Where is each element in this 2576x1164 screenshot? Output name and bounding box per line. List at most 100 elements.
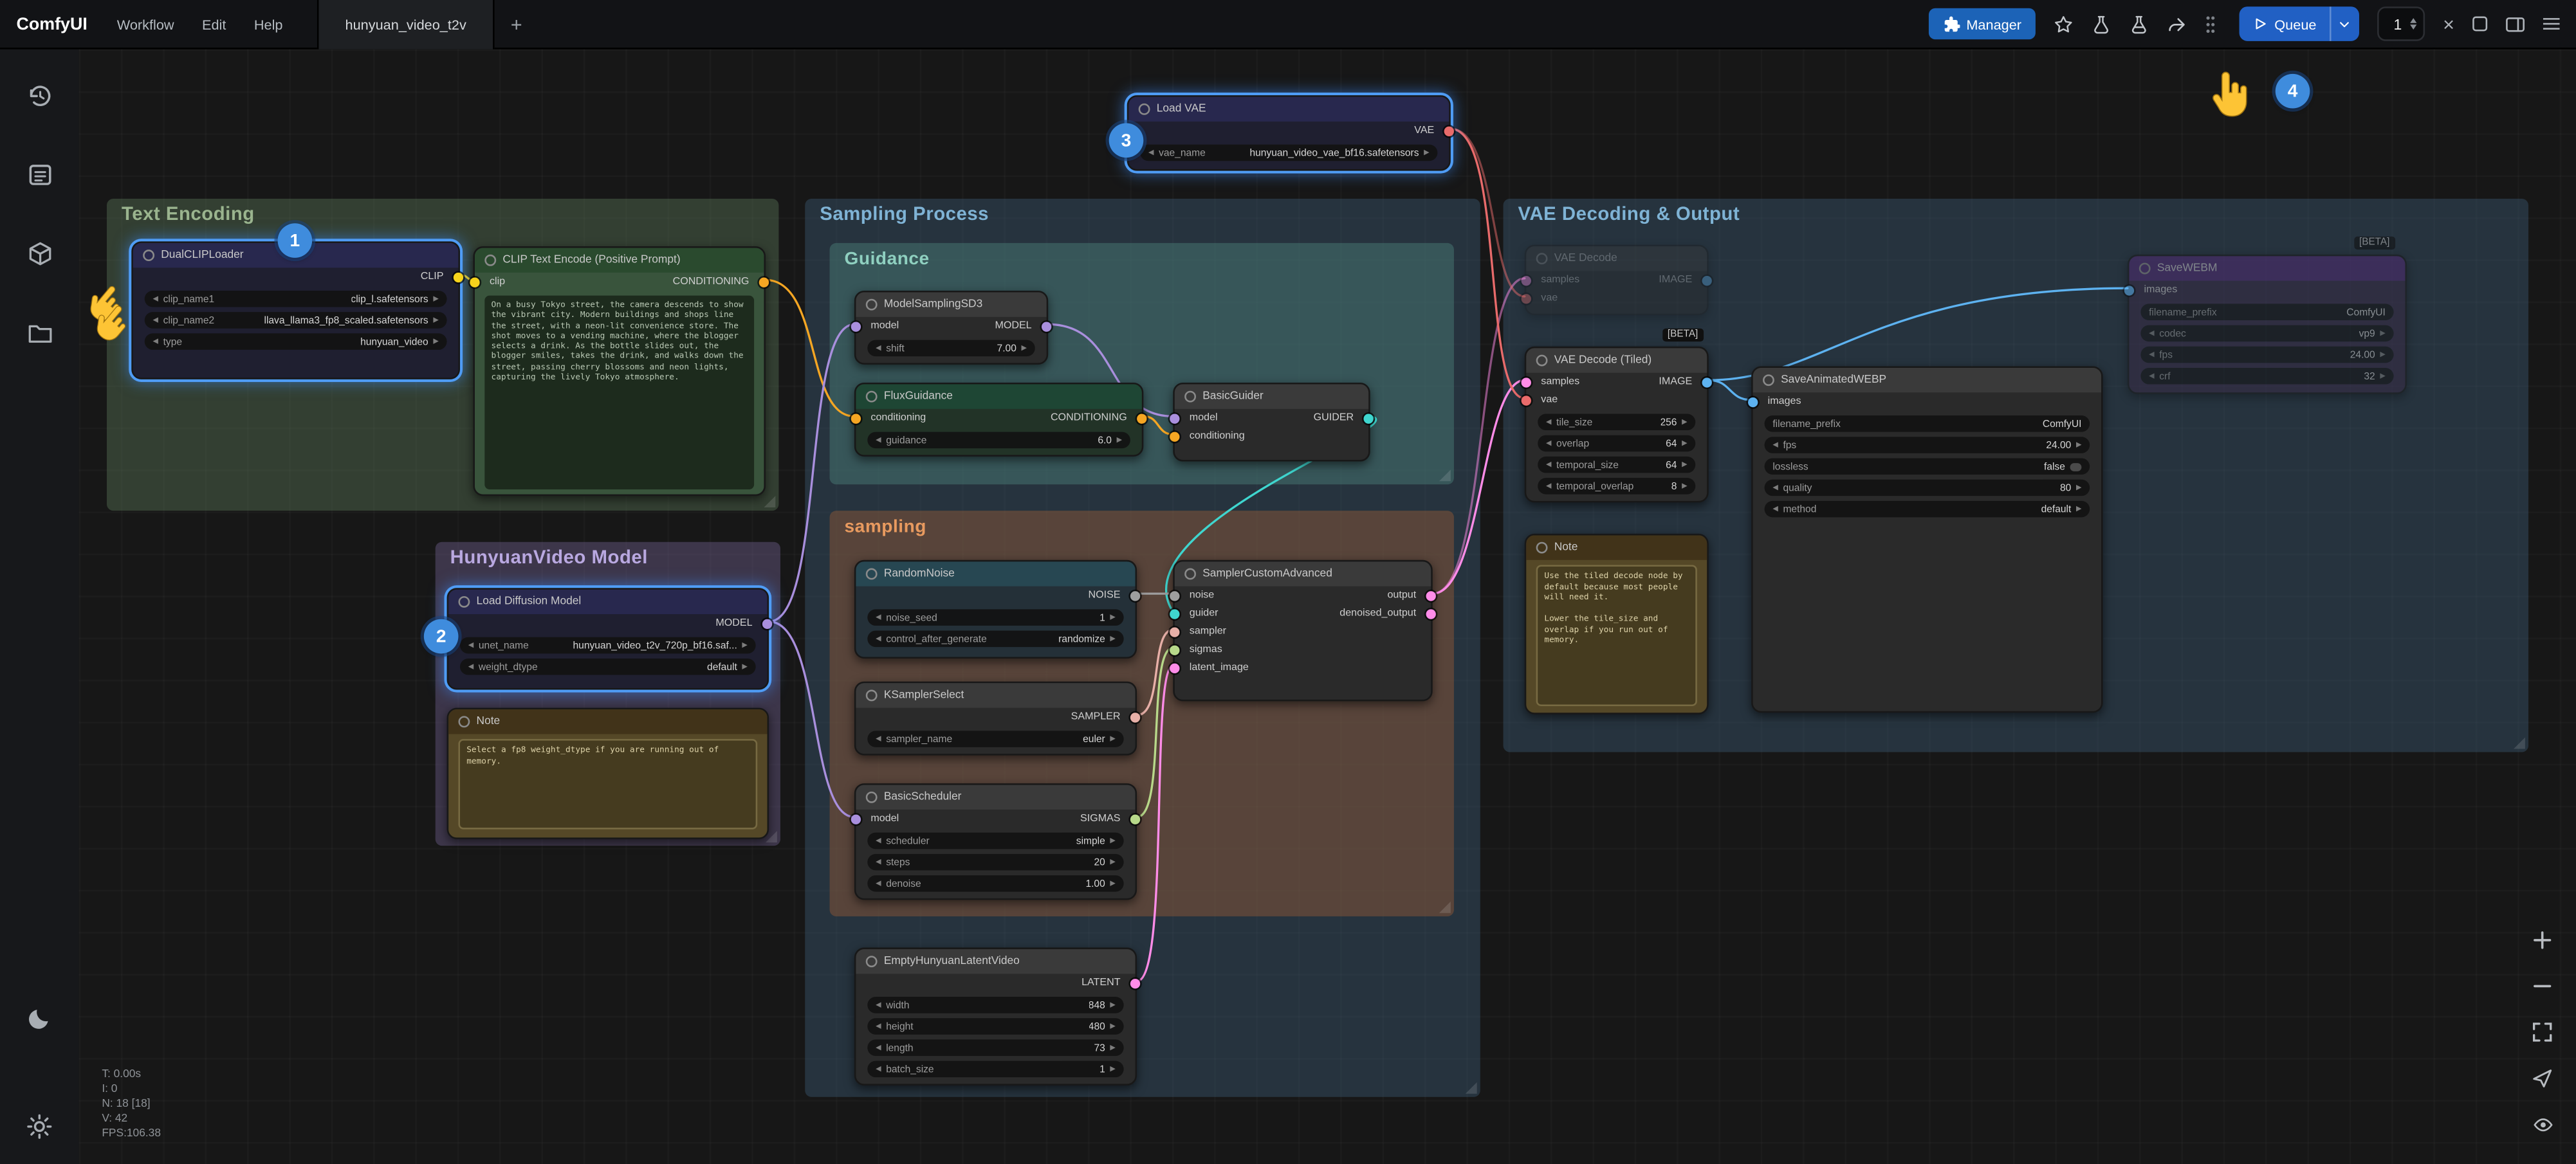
widget-unet-name[interactable]: unet_namehunyuan_video_t2v_720p_bf16.saf… [460, 637, 756, 654]
widget-length[interactable]: length73 [867, 1039, 1123, 1056]
widget-type[interactable]: typehunyuan_video [145, 333, 447, 350]
menu-icon[interactable] [2543, 17, 2560, 30]
share-icon[interactable] [2167, 14, 2187, 34]
menu-help[interactable]: Help [254, 15, 283, 32]
widget-fps[interactable]: fps24.00 [1765, 437, 2090, 453]
maximize-icon[interactable] [2472, 17, 2487, 32]
toggle-link-visibility-button[interactable] [2530, 1112, 2555, 1136]
node-load-diffusion-model[interactable]: Load Diffusion Model MODEL unet_namehuny… [447, 588, 769, 689]
widget-steps[interactable]: steps20 [867, 854, 1123, 871]
node-header[interactable]: VAE Decode [1526, 246, 1707, 271]
widget-sampler-name[interactable]: sampler_nameeuler [867, 731, 1123, 747]
node-header[interactable]: SamplerCustomAdvanced [1175, 561, 1431, 586]
fit-view-button[interactable] [2530, 1020, 2555, 1044]
widget-guidance[interactable]: guidance6.0 [867, 432, 1130, 449]
node-ksamplerselect[interactable]: KSamplerSelect SAMPLER sampler_nameeuler [854, 682, 1137, 756]
clip-input-port[interactable] [470, 277, 479, 286]
images-input-port[interactable] [1748, 397, 1758, 406]
widget-shift[interactable]: shift7.00 [867, 340, 1035, 357]
node-header[interactable]: CLIP Text Encode (Positive Prompt) [475, 248, 764, 273]
node-savewebm-bypassed[interactable]: SaveWEBM images filename_prefixComfyUI c… [2128, 255, 2407, 394]
node-emptyhunyuanlatentvideo[interactable]: EmptyHunyuanLatentVideo LATENT width848 … [854, 947, 1137, 1086]
sampler-input-port[interactable] [1170, 626, 1179, 636]
node-saveanimatedwebp[interactable]: SaveAnimatedWEBP images filename_prefixC… [1751, 366, 2102, 713]
widget-lossless-toggle[interactable]: losslessfalse [1765, 458, 2090, 475]
images-input-port[interactable] [2124, 285, 2134, 295]
node-header[interactable]: ModelSamplingSD3 [856, 293, 1046, 317]
node-basicscheduler[interactable]: BasicScheduler model SIGMAS schedulersim… [854, 783, 1137, 900]
queue-button-main[interactable]: Queue [2240, 6, 2330, 41]
node-fluxguidance[interactable]: FluxGuidance conditioning CONDITIONING g… [854, 383, 1143, 457]
batch-count-stepper[interactable]: 1 [2377, 6, 2425, 41]
samples-input-port[interactable] [1522, 377, 1531, 386]
history-icon[interactable] [24, 80, 54, 110]
node-header[interactable]: Load VAE [1128, 97, 1449, 122]
node-randomnoise[interactable]: RandomNoise NOISE noise_seed1 control_af… [854, 560, 1137, 659]
models-icon[interactable] [24, 238, 54, 268]
node-clip-text-encode[interactable]: CLIP Text Encode (Positive Prompt) clip … [473, 246, 766, 496]
node-header[interactable]: EmptyHunyuanLatentVideo [856, 949, 1135, 974]
vae-input-port[interactable] [1522, 293, 1531, 303]
node-header[interactable]: KSamplerSelect [856, 683, 1135, 707]
queue-icon[interactable] [24, 159, 54, 189]
node-header[interactable]: Note [1526, 535, 1707, 559]
widget-noise-seed[interactable]: noise_seed1 [867, 609, 1123, 626]
latent-image-input-port[interactable] [1170, 662, 1179, 672]
widget-height[interactable]: height480 [867, 1018, 1123, 1035]
settings-gear-icon[interactable] [24, 1112, 54, 1141]
queue-dropdown-button[interactable] [2330, 6, 2359, 41]
node-modelsamplingsd3[interactable]: ModelSamplingSD3 model MODEL shift7.00 [854, 291, 1048, 365]
flask-icon[interactable] [2130, 14, 2150, 34]
prompt-textarea[interactable]: On a busy Tokyo street, the camera desce… [484, 296, 754, 489]
group-title[interactable]: sampling [830, 511, 1454, 543]
conditioning-input-port[interactable] [1170, 431, 1179, 441]
new-workflow-button[interactable]: + [511, 12, 522, 35]
node-samplercustomadvanced[interactable]: SamplerCustomAdvanced noise output guide… [1173, 560, 1432, 702]
widget-denoise[interactable]: denoise1.00 [867, 875, 1123, 892]
widget-crf[interactable]: crf32 [2140, 368, 2393, 385]
node-header[interactable]: Note [448, 709, 767, 734]
node-header[interactable]: VAE Decode (Tiled) [1526, 348, 1707, 372]
menu-edit[interactable]: Edit [202, 15, 226, 32]
vae-input-port[interactable] [1522, 395, 1531, 405]
conditioning-input-port[interactable] [851, 413, 861, 423]
node-basicguider[interactable]: BasicGuider model GUIDER conditioning [1173, 383, 1370, 462]
browse-icon[interactable] [24, 317, 54, 347]
panel-toggle-icon[interactable] [2505, 15, 2525, 32]
node-header[interactable]: RandomNoise [856, 561, 1135, 586]
node-note-model[interactable]: Note Select a fp8 weight_dtype if you ar… [447, 708, 769, 839]
theme-moon-icon[interactable] [24, 1003, 54, 1033]
stepper-carets[interactable] [2410, 17, 2416, 30]
widget-filename-prefix[interactable]: filename_prefixComfyUI [1765, 415, 2090, 432]
group-title[interactable]: HunyuanVideo Model [436, 542, 780, 575]
node-vae-decode-tiled[interactable]: VAE Decode (Tiled) samples IMAGE vae til… [1525, 347, 1709, 503]
manager-button[interactable]: Manager [1929, 8, 2036, 40]
sigmas-input-port[interactable] [1170, 644, 1179, 654]
menu-workflow[interactable]: Workflow [117, 15, 174, 32]
node-header[interactable]: SaveAnimatedWEBP [1753, 368, 2101, 392]
group-title[interactable]: Guidance [830, 243, 1454, 276]
node-header[interactable]: BasicScheduler [856, 785, 1135, 810]
widget-width[interactable]: width848 [867, 997, 1123, 1014]
workflow-tab[interactable]: hunyuan_video_t2v [317, 0, 494, 48]
noise-input-port[interactable] [1170, 590, 1179, 600]
widget-temporal-size[interactable]: temporal_size64 [1538, 457, 1695, 473]
widget-batch-size[interactable]: batch_size1 [867, 1061, 1123, 1078]
model-input-port[interactable] [851, 321, 861, 331]
zoom-out-button[interactable] [2530, 974, 2555, 998]
guider-input-port[interactable] [1170, 608, 1179, 618]
widget-control-after-generate[interactable]: control_after_generaterandomize [867, 631, 1123, 648]
node-header[interactable]: FluxGuidance [856, 385, 1141, 409]
node-load-vae[interactable]: Load VAE VAE vae_namehunyuan_video_vae_b… [1127, 95, 1451, 170]
widget-fps[interactable]: fps24.00 [2140, 347, 2393, 363]
select-mode-button[interactable] [2530, 1066, 2555, 1090]
widget-clip-name2[interactable]: clip_name2llava_llama3_fp8_scaled.safete… [145, 312, 447, 329]
widget-vae-name[interactable]: vae_namehunyuan_video_vae_bf16.safetenso… [1140, 145, 1437, 161]
widget-scheduler[interactable]: schedulersimple [867, 833, 1123, 850]
widget-codec[interactable]: codecvp9 [2140, 325, 2393, 342]
flask-icon[interactable] [2092, 14, 2112, 34]
widget-filename-prefix[interactable]: filename_prefixComfyUI [2140, 304, 2393, 320]
widget-quality[interactable]: quality80 [1765, 480, 2090, 496]
node-vae-decode-bypassed[interactable]: VAE Decode samples IMAGE vae [1525, 244, 1709, 315]
node-dualcliploader[interactable]: DualCLIPLoader CLIP clip_name1clip_l.saf… [131, 241, 460, 379]
